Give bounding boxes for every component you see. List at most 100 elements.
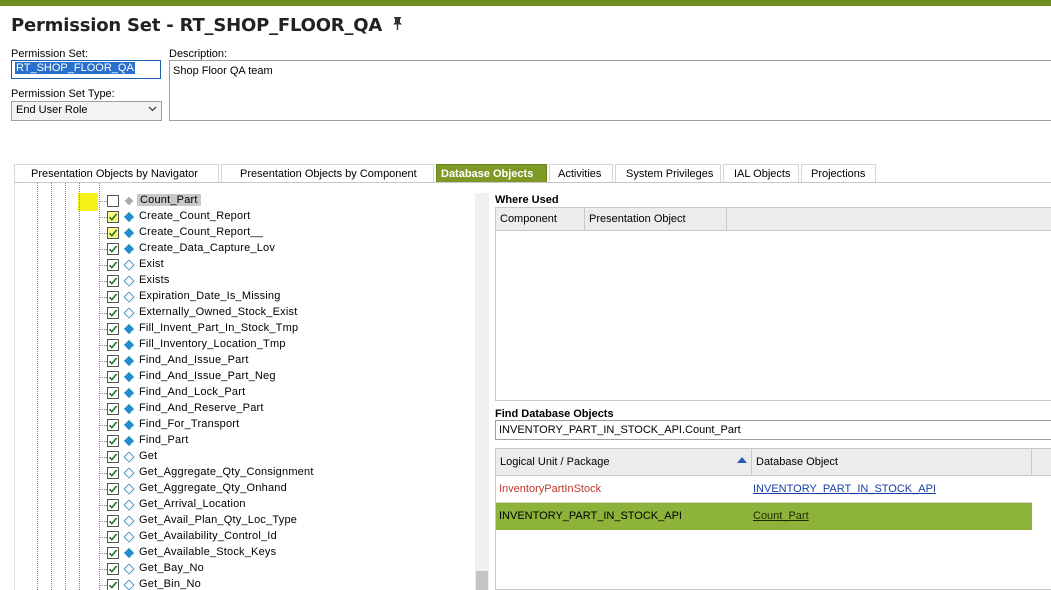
tree-item[interactable]: Fill_Inventory_Location_Tmp	[15, 337, 475, 353]
outline-diamond-icon	[123, 467, 135, 479]
checked-checkbox[interactable]	[107, 483, 119, 495]
tree-item[interactable]: Find_Part	[15, 433, 475, 449]
checked-checkbox[interactable]	[107, 515, 119, 527]
tree-item-label: Exist	[139, 258, 164, 270]
filled-diamond-icon	[123, 355, 135, 367]
checked-checkbox[interactable]	[107, 563, 119, 575]
grey-diamond-icon	[124, 196, 134, 206]
checked-checkbox[interactable]	[107, 307, 119, 319]
tree-item[interactable]: Get_Avail_Plan_Qty_Loc_Type	[15, 513, 475, 529]
tab-system-privileges[interactable]: System Privileges	[615, 164, 721, 183]
column-header-presentation-object[interactable]: Presentation Object	[585, 208, 727, 231]
permission-set-field[interactable]: RT_SHOP_FLOOR_QA	[11, 60, 161, 79]
tree-item-label: Get_Aggregate_Qty_Consignment	[139, 466, 314, 478]
tab-ial-objects[interactable]: IAL Objects	[723, 164, 799, 183]
tab-presentation-objects-by-component[interactable]: Presentation Objects by Component	[221, 164, 434, 183]
tree-item-label: Get_Availability_Control_Id	[139, 530, 277, 542]
tree-item[interactable]: Exists	[15, 273, 475, 289]
checked-checkbox[interactable]	[107, 579, 119, 590]
checked-checkbox[interactable]	[107, 211, 119, 223]
tree-item[interactable]: Fill_Invent_Part_In_Stock_Tmp	[15, 321, 475, 337]
database-objects-tree[interactable]: Count_Part Create_Count_Report Create_Coun…	[14, 183, 490, 590]
tree-item[interactable]: Externally_Owned_Stock_Exist	[15, 305, 475, 321]
column-header-component[interactable]: Component	[496, 208, 585, 231]
tree-scrollbar-thumb[interactable]	[476, 571, 488, 590]
column-header-database-object[interactable]: Database Object	[752, 449, 1032, 476]
tree-item[interactable]: Find_And_Reserve_Part	[15, 401, 475, 417]
database-object-link[interactable]: Count_Part	[753, 510, 809, 522]
checked-checkbox[interactable]	[107, 547, 119, 559]
tree-connector	[99, 521, 107, 522]
find-database-objects-input[interactable]: INVENTORY_PART_IN_STOCK_API.Count_Part	[495, 420, 1051, 440]
tree-item[interactable]: Create_Count_Report__	[15, 225, 475, 241]
checked-checkbox[interactable]	[107, 355, 119, 367]
outline-diamond-icon	[123, 291, 135, 303]
checked-checkbox[interactable]	[107, 259, 119, 271]
tab-database-objects[interactable]: Database Objects	[436, 164, 547, 183]
tree-item-label: Get_Bay_No	[139, 562, 204, 574]
tree-item-label: Find_And_Lock_Part	[139, 386, 246, 398]
cell-logical-unit: INVENTORY_PART_IN_STOCK_API	[499, 510, 682, 522]
tab-presentation-objects-by-navigator[interactable]: Presentation Objects by Navigator	[14, 164, 219, 183]
checked-checkbox[interactable]	[107, 419, 119, 431]
tree-item[interactable]: Get	[15, 449, 475, 465]
tree-connector	[99, 569, 107, 570]
tree-item-label: Fill_Inventory_Location_Tmp	[139, 338, 286, 350]
checked-checkbox[interactable]	[107, 387, 119, 399]
unchecked-checkbox[interactable]	[107, 195, 119, 207]
tree-item[interactable]: Create_Count_Report	[15, 209, 475, 225]
tab-projections[interactable]: Projections	[801, 164, 876, 183]
tree-item[interactable]: Get_Bin_No	[15, 577, 475, 590]
tree-item-label: Get_Avail_Plan_Qty_Loc_Type	[139, 514, 298, 526]
tree-item[interactable]: Count_Part	[15, 193, 475, 209]
checked-checkbox[interactable]	[107, 403, 119, 415]
tree-item-label: Exists	[139, 274, 170, 286]
checked-checkbox[interactable]	[107, 467, 119, 479]
results-header: Logical Unit / Package Database Object	[496, 449, 1051, 476]
checked-checkbox[interactable]	[107, 435, 119, 447]
checked-checkbox[interactable]	[107, 323, 119, 335]
tree-item[interactable]: Find_And_Issue_Part_Neg	[15, 369, 475, 385]
permission-set-type-select[interactable]: End User Role	[11, 101, 162, 121]
database-object-link[interactable]: INVENTORY_PART_IN_STOCK_API	[753, 483, 936, 495]
tab-activities[interactable]: Activities	[549, 164, 613, 183]
table-row[interactable]: InventoryPartInStock INVENTORY_PART_IN_S…	[496, 476, 1032, 503]
checked-checkbox[interactable]	[107, 451, 119, 463]
tree-item[interactable]: Find_For_Transport	[15, 417, 475, 433]
checked-checkbox[interactable]	[107, 339, 119, 351]
checked-checkbox[interactable]	[107, 227, 119, 239]
outline-diamond-icon	[123, 499, 135, 511]
column-header-logical-unit[interactable]: Logical Unit / Package	[496, 449, 752, 476]
table-row-selected[interactable]: INVENTORY_PART_IN_STOCK_API Count_Part	[496, 503, 1032, 530]
tree-item[interactable]: Exist	[15, 257, 475, 273]
where-used-grid[interactable]: Component Presentation Object	[495, 207, 1051, 401]
cell-database-object[interactable]: INVENTORY_PART_IN_STOCK_API	[752, 476, 1032, 503]
tree-item[interactable]: Get_Aggregate_Qty_Onhand	[15, 481, 475, 497]
tree-item[interactable]: Get_Available_Stock_Keys	[15, 545, 475, 561]
tree-item[interactable]: Get_Arrival_Location	[15, 497, 475, 513]
tree-item[interactable]: Get_Aggregate_Qty_Consignment	[15, 465, 475, 481]
tree-item[interactable]: Find_And_Issue_Part	[15, 353, 475, 369]
tree-item[interactable]: Create_Data_Capture_Lov	[15, 241, 475, 257]
description-field[interactable]: Shop Floor QA team	[169, 60, 1051, 121]
tree-item[interactable]: Expiration_Date_Is_Missing	[15, 289, 475, 305]
checked-checkbox[interactable]	[107, 275, 119, 287]
cell-database-object[interactable]: Count_Part	[752, 503, 1032, 530]
tree-connector	[99, 313, 107, 314]
filled-diamond-icon	[123, 403, 135, 415]
tree-connector	[99, 553, 107, 554]
tree-item[interactable]: Find_And_Lock_Part	[15, 385, 475, 401]
checked-checkbox[interactable]	[107, 243, 119, 255]
where-used-title: Where Used	[495, 194, 559, 206]
checked-checkbox[interactable]	[107, 371, 119, 383]
tree-item[interactable]: Get_Availability_Control_Id	[15, 529, 475, 545]
checked-checkbox[interactable]	[107, 291, 119, 303]
tree-item[interactable]: Get_Bay_No	[15, 561, 475, 577]
results-grid[interactable]: Logical Unit / Package Database Object I…	[495, 448, 1051, 590]
pin-icon[interactable]	[392, 16, 403, 34]
checked-checkbox[interactable]	[107, 499, 119, 511]
tree-scrollbar[interactable]	[475, 193, 489, 590]
tree-item-label: Fill_Invent_Part_In_Stock_Tmp	[139, 322, 299, 334]
tree-connector	[99, 281, 107, 282]
checked-checkbox[interactable]	[107, 531, 119, 543]
